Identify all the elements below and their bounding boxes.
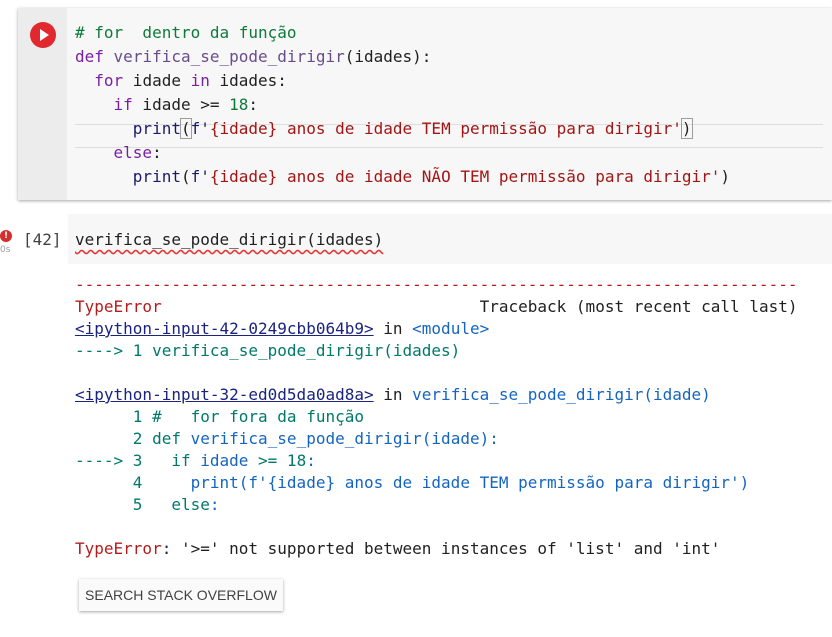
traceback-code-line-3: ----> 3 if idade >= 18:: [75, 451, 316, 470]
traceback-divider: ----------------------------------------…: [75, 275, 798, 294]
traceback-code-line-2: 2 def verifica_se_pode_dirigir(idade):: [75, 429, 499, 448]
code-cell-1[interactable]: # for dentro da função def verifica_se_p…: [18, 8, 832, 200]
traceback-frame-1: <ipython-input-42-0249cbb064b9> in <modu…: [75, 319, 490, 338]
ipython-input-32-link[interactable]: <ipython-input-32-ed0d5da0ad8a>: [75, 385, 374, 404]
error-message: TypeError: '>=' not supported between in…: [75, 539, 721, 558]
execution-count: [42]: [23, 230, 62, 249]
execution-time: 0s: [0, 245, 11, 255]
traceback-frame-2: <ipython-input-32-ed0d5da0ad8a> in verif…: [75, 385, 711, 404]
traceback-code-line-4: 4 print(f'{idade} anos de idade TEM perm…: [75, 473, 750, 492]
error-circle-icon: !: [0, 230, 12, 242]
traceback-code-line-5: 5 else:: [75, 495, 220, 514]
code-line-2: def verifica_se_pode_dirigir(idades):: [75, 47, 432, 66]
play-circle-icon[interactable]: [30, 22, 56, 48]
traceback-header: TypeError Traceback (most recent call la…: [75, 297, 798, 316]
error-output: ----------------------------------------…: [75, 274, 797, 560]
code-line-4: if idade >= 18:: [113, 95, 259, 114]
search-stack-overflow-button[interactable]: SEARCH STACK OVERFLOW: [79, 579, 283, 611]
traceback-arrow-line-1: ----> 1 verifica_se_pode_dirigir(idades): [75, 341, 461, 360]
code-line-7: print(f'{idade} anos de idade NÃO TEM pe…: [132, 167, 731, 186]
code-line-6: else:: [113, 143, 162, 162]
ipython-input-42-link[interactable]: <ipython-input-42-0249cbb064b9>: [75, 319, 374, 338]
code-line-1: # for dentro da função: [75, 23, 297, 42]
code-editor-2[interactable]: verifica_se_pode_dirigir(idades): [75, 230, 383, 249]
code-line-5: print(f'{idade} anos de idade TEM permis…: [132, 118, 693, 139]
code-line-3: for idade in idades:: [94, 71, 287, 90]
code-editor[interactable]: # for dentro da função def verifica_se_p…: [75, 21, 730, 189]
traceback-code-line-1: 1 # for fora da função: [75, 407, 364, 426]
